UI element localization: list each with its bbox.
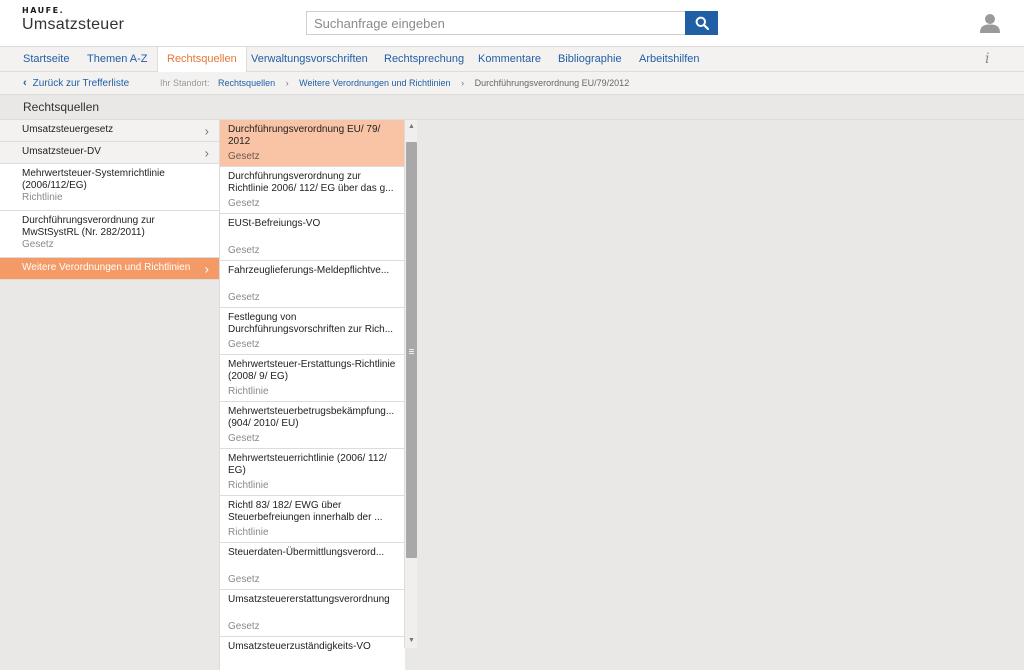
document-title: EUSt-Befreiungs-VO (228, 218, 321, 229)
document-title: Richtl 83/ 182/ EWG über Steuerbefreiung… (228, 500, 383, 523)
app-title: Umsatzsteuer (22, 16, 125, 33)
list-item-type: Richtlinie (22, 192, 63, 203)
search-icon (695, 16, 709, 30)
document-list-scrollbar[interactable]: ▲ ▼ (404, 120, 417, 648)
document-title: Umsatzsteuerzuständigkeits-VO (228, 641, 371, 652)
search-button[interactable] (685, 11, 718, 35)
document-item[interactable]: EUSt-Befreiungs-VO Gesetz (220, 214, 405, 261)
user-icon[interactable] (979, 12, 1001, 34)
breadcrumb-location-label: Ihr Standort: (160, 78, 210, 88)
document-type: Gesetz (228, 198, 260, 209)
document-title: Umsatzsteuererstattungsverordnung (228, 594, 390, 605)
section-title: Rechtsquellen (23, 100, 100, 114)
document-type: Gesetz (228, 433, 260, 444)
document-title: Fahrzeuglieferungs-Meldepflichtve... (228, 265, 390, 276)
document-item[interactable]: Mehrwertsteuerrichtlinie (2006/ 112/ EG)… (220, 449, 405, 496)
document-list: Durchführungsverordnung EU/ 79/ 2012 Ges… (219, 120, 405, 670)
list-item-title: Umsatzsteuergesetz (22, 124, 114, 135)
document-title: Festlegung von Durchführungsvorschriften… (228, 312, 394, 335)
document-title: Steuerdaten-Übermittlungsverord... (228, 547, 385, 558)
document-type: Gesetz (228, 574, 260, 585)
list-item-umsatzsteuergesetz[interactable]: Umsatzsteuergesetz › (0, 120, 219, 142)
list-item-mwst-systemrichtlinie[interactable]: Mehrwertsteuer-Systemrichtlinie (2006/11… (0, 164, 219, 211)
document-type: Gesetz (228, 621, 260, 632)
document-type: Richtlinie (228, 480, 269, 491)
nav-rechtsprechung[interactable]: Rechtsprechung (384, 47, 464, 72)
document-type: Gesetz (228, 151, 260, 162)
nav-themen-a-z[interactable]: Themen A-Z (87, 47, 148, 72)
chevron-right-icon: › (204, 261, 209, 276)
list-item-durchfuehrungsverordnung-mwstsystrl[interactable]: Durchführungsverordnung zur MwStSystRL (… (0, 211, 219, 258)
breadcrumb-item-weitere-verordnungen[interactable]: Weitere Verordnungen und Richtlinien (299, 78, 450, 88)
app-header: HAUFE. Umsatzsteuer (0, 0, 1024, 46)
search-input[interactable] (306, 11, 686, 35)
document-item[interactable]: Durchführungsverordnung zur Richtlinie 2… (220, 167, 405, 214)
chevron-right-icon: › (204, 123, 209, 138)
breadcrumb-item-rechtsquellen[interactable]: Rechtsquellen (218, 78, 275, 88)
document-type: Richtlinie (228, 386, 269, 397)
grip-icon (409, 349, 414, 350)
nav-bibliographie[interactable]: Bibliographie (558, 47, 622, 72)
info-icon[interactable]: i (985, 51, 989, 67)
document-item[interactable]: Richtl 83/ 182/ EWG über Steuerbefreiung… (220, 496, 405, 543)
document-item[interactable]: Umsatzsteuerzuständigkeits-VO (220, 637, 405, 670)
document-item[interactable]: Mehrwertsteuerbetrugsbekämpfung... (904/… (220, 402, 405, 449)
document-type: Richtlinie (228, 527, 269, 538)
document-item[interactable]: Festlegung von Durchführungsvorschriften… (220, 308, 405, 355)
document-title: Durchführungsverordnung EU/ 79/ 2012 (228, 124, 381, 147)
document-type: Gesetz (228, 245, 260, 256)
document-content-area (417, 120, 1024, 670)
nav-rechtsquellen[interactable]: Rechtsquellen (157, 47, 247, 72)
breadcrumb-bar: ‹ Zurück zur Trefferliste Ihr Standort: R… (0, 72, 1024, 95)
document-title: Durchführungsverordnung zur Richtlinie 2… (228, 171, 394, 194)
breadcrumb: Ihr Standort: Rechtsquellen › Weitere Ve… (160, 72, 629, 94)
document-title: Mehrwertsteuer-Erstattungs-Richtlinie (2… (228, 359, 396, 382)
document-item[interactable]: Durchführungsverordnung EU/ 79/ 2012 Ges… (220, 120, 405, 167)
document-title: Mehrwertsteuerbetrugsbekämpfung... (904/… (228, 406, 395, 429)
nav-kommentare[interactable]: Kommentare (478, 47, 541, 72)
list-item-title: Weitere Verordnungen und Richtlinien (22, 262, 191, 273)
document-type: Gesetz (228, 339, 260, 350)
nav-verwaltungsvorschriften[interactable]: Verwaltungsvorschriften (251, 47, 368, 72)
back-link-label: Zurück zur Trefferliste (32, 78, 130, 89)
list-item-umsatzsteuer-dv[interactable]: Umsatzsteuer-DV › (0, 142, 219, 164)
back-to-results-link[interactable]: ‹ Zurück zur Trefferliste (23, 72, 129, 94)
main-nav: Startseite Themen A-Z Rechtsquellen Verw… (0, 46, 1024, 72)
nav-startseite[interactable]: Startseite (23, 47, 69, 72)
chevron-right-icon: › (461, 78, 465, 88)
chevron-right-icon: › (204, 145, 209, 160)
list-item-title: Mehrwertsteuer-Systemrichtlinie (2006/11… (22, 168, 165, 191)
left-category-list: Umsatzsteuergesetz › Umsatzsteuer-DV › M… (0, 120, 219, 280)
list-item-weitere-verordnungen[interactable]: Weitere Verordnungen und Richtlinien › (0, 258, 219, 280)
list-item-title: Umsatzsteuer-DV (22, 146, 101, 157)
scrollbar-thumb[interactable] (406, 142, 417, 558)
nav-arbeitshilfen[interactable]: Arbeitshilfen (639, 47, 700, 72)
chevron-right-icon: › (285, 78, 289, 88)
document-item[interactable]: Fahrzeuglieferungs-Meldepflichtve... Ges… (220, 261, 405, 308)
document-item[interactable]: Steuerdaten-Übermittlungsverord... Geset… (220, 543, 405, 590)
list-item-title: Durchführungsverordnung zur MwStSystRL (… (22, 215, 155, 238)
document-item[interactable]: Umsatzsteuererstattungsverordnung Gesetz (220, 590, 405, 637)
breadcrumb-item-current: Durchführungsverordnung EU/79/2012 (474, 78, 630, 88)
chevron-left-icon: ‹ (23, 77, 27, 89)
list-item-type: Gesetz (22, 239, 54, 250)
document-type: Gesetz (228, 292, 260, 303)
haufe-logo: HAUFE. (22, 6, 65, 15)
document-item[interactable]: Mehrwertsteuer-Erstattungs-Richtlinie (2… (220, 355, 405, 402)
document-title: Mehrwertsteuerrichtlinie (2006/ 112/ EG) (228, 453, 387, 476)
